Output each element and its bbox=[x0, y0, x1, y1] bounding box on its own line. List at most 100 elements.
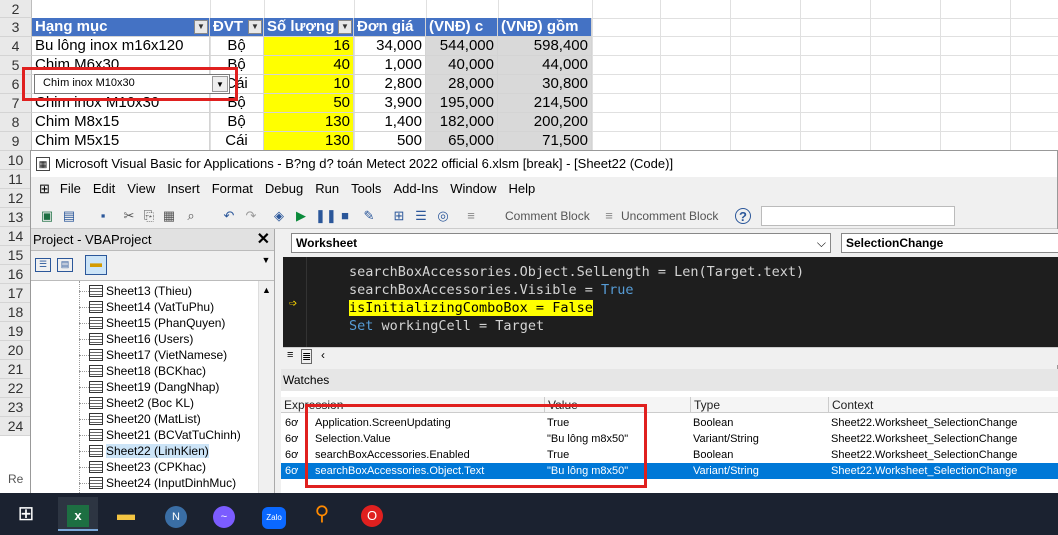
row-header-21[interactable]: 21 bbox=[0, 360, 32, 379]
row-header-20[interactable]: 20 bbox=[0, 341, 32, 360]
header-vnd-gom[interactable]: (VNĐ) gồm bbox=[498, 18, 592, 37]
row-header-24[interactable]: 24 bbox=[0, 417, 32, 436]
search-app-icon[interactable]: ⚲ bbox=[302, 497, 342, 531]
project-tree-item[interactable]: Sheet21 (BCVatTuChinh) bbox=[89, 427, 241, 443]
cell[interactable]: 71,500 bbox=[498, 132, 592, 151]
paste-icon[interactable]: ▦ bbox=[161, 208, 177, 224]
scroll-left-icon[interactable]: ‹ bbox=[321, 348, 325, 362]
menu-add-ins[interactable]: Add-Ins bbox=[387, 177, 444, 201]
cell[interactable]: 1,400 bbox=[354, 113, 426, 132]
project-tree-item[interactable]: Sheet17 (VietNamese) bbox=[89, 347, 227, 363]
properties-icon[interactable]: ☰ bbox=[413, 208, 429, 224]
filter-dropdown-icon[interactable]: ▼ bbox=[248, 20, 262, 34]
row-header-3[interactable]: 3 bbox=[0, 18, 32, 37]
cell[interactable]: 2,800 bbox=[354, 75, 426, 94]
run-icon[interactable]: ▶ bbox=[293, 208, 309, 224]
row-header-17[interactable]: 17 bbox=[0, 284, 32, 303]
row-header-8[interactable]: 8 bbox=[0, 113, 32, 132]
project-tree-item[interactable]: Sheet2 (Boc KL) bbox=[89, 395, 194, 411]
object-combo[interactable]: Worksheet ⌵ bbox=[291, 233, 831, 253]
design-mode-icon[interactable]: ◈ bbox=[271, 208, 287, 224]
cell[interactable]: 40,000 bbox=[426, 56, 498, 75]
row-header-16[interactable]: 16 bbox=[0, 265, 32, 284]
row-header-19[interactable]: 19 bbox=[0, 322, 32, 341]
break-icon[interactable]: ❚❚ bbox=[315, 208, 337, 224]
menu-file[interactable]: File bbox=[54, 177, 87, 201]
cell[interactable]: 130 bbox=[264, 132, 354, 151]
code-line-4[interactable]: Set workingCell = Target bbox=[349, 317, 544, 335]
object-browser-icon[interactable]: ◎ bbox=[435, 208, 451, 224]
save-icon[interactable]: ▪ bbox=[95, 208, 111, 224]
close-icon[interactable]: ✕ bbox=[257, 229, 270, 251]
chevron-down-icon[interactable]: ⌵ bbox=[817, 234, 826, 252]
messenger-icon[interactable]: ~ bbox=[204, 497, 244, 531]
project-tree-item[interactable]: Sheet20 (MatList) bbox=[89, 411, 201, 427]
menu-view[interactable]: View bbox=[121, 177, 161, 201]
comment-block-icon[interactable]: ≡ bbox=[463, 208, 479, 224]
cell[interactable]: 214,500 bbox=[498, 94, 592, 113]
cell[interactable]: Bộ bbox=[210, 113, 264, 132]
filter-dropdown-icon[interactable]: ▼ bbox=[194, 20, 208, 34]
cut-icon[interactable]: ✂ bbox=[121, 208, 137, 224]
cell[interactable]: Bộ bbox=[210, 37, 264, 56]
row-header-14[interactable]: 14 bbox=[0, 227, 32, 246]
cell[interactable]: 3,900 bbox=[354, 94, 426, 113]
row-header-12[interactable]: 12 bbox=[0, 189, 32, 208]
header-so-luong[interactable]: Số lượng ▼ bbox=[264, 18, 354, 37]
design-icon[interactable]: ✎ bbox=[361, 208, 377, 224]
procedure-combo[interactable]: SelectionChange bbox=[841, 233, 1058, 253]
row-header-4[interactable]: 4 bbox=[0, 37, 32, 56]
col-context[interactable]: Context bbox=[829, 397, 1058, 413]
row-header-13[interactable]: 13 bbox=[0, 208, 32, 227]
help-icon[interactable]: ? bbox=[735, 208, 751, 224]
scroll-up-icon[interactable]: ▲ bbox=[262, 285, 271, 295]
cell[interactable]: 200,200 bbox=[498, 113, 592, 132]
opera-icon[interactable]: O bbox=[352, 497, 392, 531]
scroll-down-icon[interactable]: ▼ bbox=[260, 255, 272, 275]
cell[interactable]: 16 bbox=[264, 37, 354, 56]
zalo-icon[interactable]: Zalo bbox=[254, 497, 294, 531]
row-header-18[interactable]: 18 bbox=[0, 303, 32, 322]
uncomment-block-icon[interactable]: ≡ bbox=[601, 208, 617, 224]
cell[interactable]: 195,000 bbox=[426, 94, 498, 113]
reset-icon[interactable]: ■ bbox=[337, 208, 353, 224]
row-header-9[interactable]: 9 bbox=[0, 132, 32, 151]
menu-help[interactable]: Help bbox=[503, 177, 542, 201]
excel-view-icon[interactable]: ⊞ bbox=[31, 177, 54, 201]
header-dvt[interactable]: ĐVT ▼ bbox=[210, 18, 264, 37]
location-field[interactable] bbox=[761, 206, 955, 226]
cell[interactable]: 10 bbox=[264, 75, 354, 94]
cell[interactable]: 50 bbox=[264, 94, 354, 113]
toggle-folders-icon[interactable]: ▬ bbox=[85, 255, 107, 275]
row-header-10[interactable]: 10 bbox=[0, 151, 32, 170]
project-tree-item[interactable]: Sheet15 (PhanQuyen) bbox=[89, 315, 225, 331]
menu-insert[interactable]: Insert bbox=[161, 177, 206, 201]
cell[interactable]: 182,000 bbox=[426, 113, 498, 132]
cell[interactable]: 44,000 bbox=[498, 56, 592, 75]
project-tree-item[interactable]: Sheet23 (CPKhac) bbox=[89, 459, 206, 475]
cell[interactable]: 65,000 bbox=[426, 132, 498, 151]
header-hang-muc[interactable]: Hạng mục ▼ bbox=[32, 18, 210, 37]
cell[interactable]: 598,400 bbox=[498, 37, 592, 56]
cell[interactable]: 28,000 bbox=[426, 75, 498, 94]
row-header-2[interactable]: 2 bbox=[0, 0, 32, 18]
project-tree-item[interactable]: Sheet18 (BCKhac) bbox=[89, 363, 206, 379]
row-header-22[interactable]: 22 bbox=[0, 379, 32, 398]
cell[interactable]: Chim M8x15 bbox=[32, 113, 210, 132]
col-type[interactable]: Type bbox=[691, 397, 829, 413]
cell[interactable]: 500 bbox=[354, 132, 426, 151]
menu-edit[interactable]: Edit bbox=[87, 177, 121, 201]
code-line-3-current[interactable]: isInitializingComboBox = False bbox=[349, 299, 593, 317]
excel-icon[interactable]: ▣ bbox=[39, 208, 55, 224]
project-scrollbar[interactable]: ▲ bbox=[258, 281, 274, 496]
menu-debug[interactable]: Debug bbox=[259, 177, 309, 201]
code-window[interactable]: ➩ searchBoxAccessories.Object.SelLength … bbox=[283, 257, 1058, 347]
copy-icon[interactable]: ⎘ bbox=[141, 208, 157, 224]
project-tree-item[interactable]: Sheet16 (Users) bbox=[89, 331, 193, 347]
excel-taskbar-icon[interactable]: x bbox=[58, 497, 98, 531]
project-tree-item[interactable]: Sheet19 (DangNhap) bbox=[89, 379, 219, 395]
project-tree-item[interactable]: Sheet24 (InputDinhMuc) bbox=[89, 475, 236, 491]
menu-window[interactable]: Window bbox=[444, 177, 502, 201]
cell[interactable]: Chim M5x15 bbox=[32, 132, 210, 151]
uncomment-block-button[interactable]: Uncomment Block bbox=[621, 208, 718, 224]
